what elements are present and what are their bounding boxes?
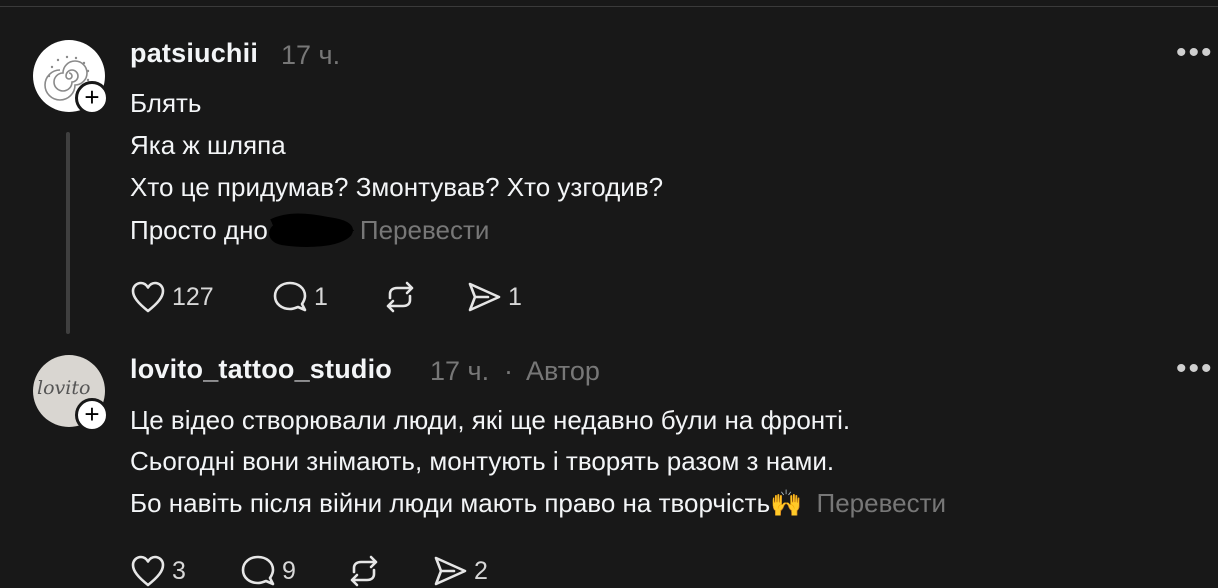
post-text-line: Сьогодні вони знімають, монтують і творя…: [130, 446, 835, 476]
post-text-line: Бо навіть після війни люди мають право н…: [130, 488, 803, 518]
send-icon: [434, 556, 467, 586]
post-text-line: Блять: [130, 88, 202, 118]
author-badge: Автор: [526, 356, 600, 386]
share-count: 1: [508, 282, 522, 311]
post-text-line: Хто це придумав? Змонтував? Хто узгодив?: [130, 172, 664, 202]
post-text-line: Просто дно: [130, 215, 268, 245]
post-text-last: Просто дно Перевести: [130, 213, 489, 247]
like-button[interactable]: 3: [130, 554, 186, 588]
repost-icon: [350, 555, 378, 587]
reply-count: 9: [282, 556, 296, 585]
follow-plus-icon[interactable]: +: [75, 81, 109, 115]
repost-button[interactable]: [382, 280, 424, 314]
post-time[interactable]: 17 ч.: [430, 356, 489, 387]
share-button[interactable]: 1: [466, 280, 522, 314]
reply-button[interactable]: 9: [240, 554, 296, 588]
meta-separator: ·: [504, 356, 513, 386]
reply-count: 1: [314, 282, 328, 311]
heart-icon: [131, 281, 165, 313]
follow-plus-icon[interactable]: +: [75, 398, 109, 432]
post-text-line: Це відео створювали люди, які ще недавно…: [130, 405, 851, 435]
avatar-logo: lovito: [37, 377, 91, 399]
send-icon: [468, 282, 501, 312]
scribble-redaction-icon: [269, 213, 354, 247]
like-count: 3: [172, 556, 186, 585]
reply-button[interactable]: 1: [272, 280, 328, 314]
more-dots-icon[interactable]: •••: [1176, 38, 1214, 68]
translate-link[interactable]: Перевести: [817, 488, 946, 518]
share-count: 2: [474, 556, 488, 585]
top-divider: [0, 6, 1218, 7]
comment-icon: [241, 555, 275, 586]
like-button[interactable]: 127: [130, 280, 214, 314]
username[interactable]: lovito_tattoo_studio: [130, 354, 392, 385]
heart-icon: [131, 555, 165, 587]
repost-icon: [386, 281, 414, 313]
repost-button[interactable]: [346, 554, 388, 588]
more-dots-icon[interactable]: •••: [1176, 354, 1214, 384]
comment-icon: [273, 281, 307, 312]
translate-link[interactable]: Перевести: [360, 215, 489, 245]
thread-line: [66, 132, 70, 334]
post-time[interactable]: 17 ч.: [281, 40, 340, 71]
share-button[interactable]: 2: [432, 554, 488, 588]
like-count: 127: [172, 282, 214, 311]
username[interactable]: patsiuchii: [130, 38, 258, 69]
post-text-line: Яка ж шляпа: [130, 130, 286, 160]
post-text-last: Бо навіть після війни люди мають право н…: [130, 488, 946, 519]
